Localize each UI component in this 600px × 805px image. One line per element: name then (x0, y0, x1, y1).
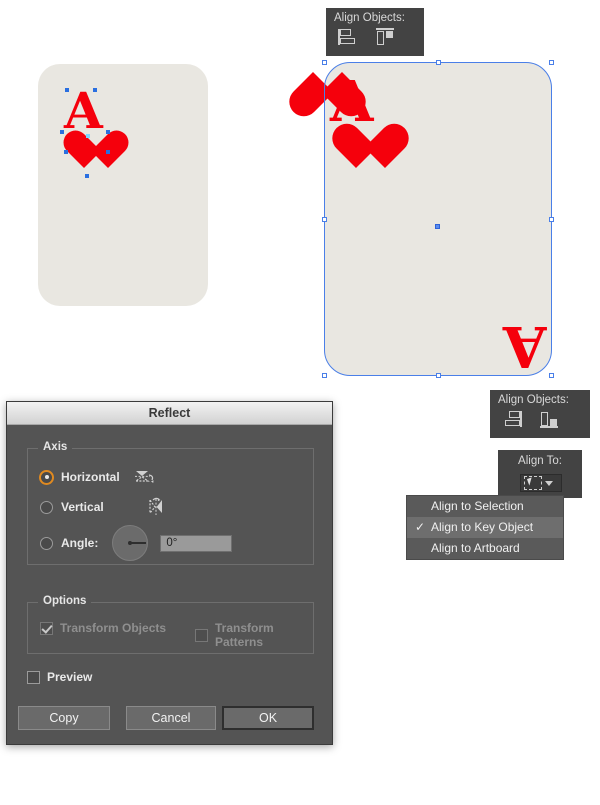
path-anchor-point (85, 174, 89, 178)
key-object-icon (524, 476, 542, 490)
radio-angle[interactable] (40, 536, 53, 550)
card-heart-icon-bottom (314, 66, 366, 116)
checkbox-preview-label: Preview (47, 670, 93, 684)
transform-patterns-row[interactable]: Transform Patterns (195, 621, 313, 649)
dialog-titlebar[interactable]: Reflect (7, 402, 332, 425)
card-rank-a-bottom: A (502, 313, 546, 379)
checkbox-preview[interactable] (27, 670, 40, 684)
dialog-title: Reflect (148, 406, 191, 420)
copy-button[interactable]: Copy (18, 706, 110, 730)
path-anchor-point (65, 88, 69, 92)
axis-group: Axis Horizontal Vertical Angle: 0° (27, 441, 314, 565)
align-objects-label: Align Objects: (334, 12, 405, 24)
radio-vertical[interactable] (40, 500, 53, 514)
radio-vertical-label: Vertical (61, 500, 104, 514)
axis-horizontal-row[interactable]: Horizontal (40, 467, 156, 487)
selection-handle-bl[interactable] (322, 373, 327, 378)
align-to-panel: Align To: (498, 450, 582, 498)
radio-horizontal-label: Horizontal (61, 470, 120, 484)
check-icon: ✓ (415, 520, 426, 534)
preview-row[interactable]: Preview (27, 670, 92, 684)
align-to-menu: Align to Selection ✓ Align to Key Object… (406, 495, 564, 560)
path-center-point (86, 134, 90, 138)
chevron-down-icon (545, 480, 553, 486)
checkbox-transform-patterns[interactable] (195, 628, 208, 642)
selection-handle-tr[interactable] (549, 60, 554, 65)
card-rank-a: A (64, 81, 103, 140)
angle-input[interactable]: 0° (160, 534, 233, 552)
menu-item-align-to-selection[interactable]: Align to Selection (407, 496, 563, 517)
selection-center-point (435, 224, 440, 229)
align-to-label: Align To: (518, 455, 562, 467)
align-left-icon[interactable] (338, 28, 358, 46)
path-anchor-point (64, 150, 68, 154)
align-right-icon[interactable] (502, 410, 522, 428)
menu-item-label: Align to Artboard (431, 541, 520, 555)
axis-vertical-row[interactable]: Vertical (40, 497, 168, 517)
radio-angle-label: Angle: (61, 536, 99, 550)
align-objects-panel-top: Align Objects: (326, 8, 424, 56)
options-group-label: Options (38, 595, 92, 607)
menu-item-align-to-key-object[interactable]: ✓ Align to Key Object (407, 517, 563, 538)
path-anchor-point (106, 150, 110, 154)
checkbox-transform-objects-label: Transform Objects (60, 621, 167, 635)
axis-group-label: Axis (38, 441, 73, 453)
align-objects-panel-bottom: Align Objects: (490, 390, 590, 438)
path-anchor-point (106, 130, 110, 134)
cancel-button[interactable]: Cancel (126, 706, 216, 730)
unselected-card[interactable]: A (38, 64, 208, 306)
menu-item-label: Align to Selection (431, 499, 524, 513)
checkbox-transform-objects[interactable] (40, 621, 53, 635)
flip-horizontal-icon (133, 467, 156, 487)
selection-handle-br[interactable] (549, 373, 554, 378)
menu-item-align-to-artboard[interactable]: Align to Artboard (407, 538, 563, 559)
flip-vertical-icon (146, 497, 168, 517)
transform-objects-row[interactable]: Transform Objects (40, 621, 166, 635)
align-to-dropdown-button[interactable] (520, 474, 562, 492)
card-heart-icon-top (332, 124, 384, 174)
align-bottom-icon[interactable] (540, 410, 560, 428)
menu-item-label: Align to Key Object (431, 520, 534, 534)
path-anchor-point (60, 130, 64, 134)
selection-handle-tl[interactable] (322, 60, 327, 65)
radio-horizontal[interactable] (40, 470, 53, 484)
angle-dial-icon[interactable] (112, 525, 149, 561)
axis-angle-row[interactable]: Angle: 0° (40, 525, 233, 561)
checkbox-transform-patterns-label: Transform Patterns (215, 621, 274, 649)
ok-button[interactable]: OK (222, 706, 314, 730)
align-top-icon[interactable] (376, 28, 396, 46)
options-group: Options Transform Objects Transform Patt… (27, 595, 314, 654)
align-objects-label-2: Align Objects: (498, 394, 569, 406)
selected-card[interactable]: A A (324, 62, 552, 379)
reflect-dialog: Reflect Axis Horizontal Vertical Angle: … (6, 401, 333, 745)
path-anchor-point (93, 88, 97, 92)
